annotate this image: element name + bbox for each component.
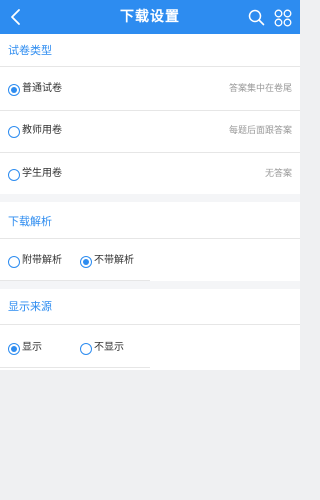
- settings-panel: 试卷类型 普通试卷 答案集中在卷尾 教师用卷 每题后面跟答案 学生用卷 无答案 …: [0, 34, 300, 370]
- radio-with-analysis[interactable]: [8, 256, 20, 268]
- radio-hide-source[interactable]: [80, 343, 92, 355]
- divider: [0, 324, 300, 325]
- section-gap: [0, 194, 300, 202]
- option-label: 不带解析: [94, 255, 134, 266]
- divider: [0, 152, 300, 153]
- divider: [0, 66, 300, 67]
- radio-teacher-paper[interactable]: [8, 126, 20, 138]
- option-description: 答案集中在卷尾: [228, 84, 292, 94]
- option-label: 普通试卷: [22, 83, 62, 94]
- divider: [0, 238, 300, 239]
- search-icon[interactable]: [248, 9, 265, 26]
- option-label: 教师用卷: [22, 125, 62, 136]
- radio-show-source[interactable]: [8, 343, 20, 355]
- option-label: 附带解析: [22, 255, 62, 266]
- app-header: 下载设置: [0, 0, 300, 34]
- section-title-analysis: 下载解析: [8, 215, 52, 228]
- option-label: 学生用卷: [22, 168, 62, 179]
- section-title-source: 显示来源: [8, 300, 52, 313]
- divider: [0, 367, 150, 368]
- option-description: 无答案: [264, 169, 292, 179]
- option-label: 显示: [22, 342, 42, 353]
- option-description: 每题后面跟答案: [228, 126, 292, 136]
- radio-without-analysis[interactable]: [80, 256, 92, 268]
- option-label: 不显示: [94, 342, 124, 353]
- section-title-paper-type: 试卷类型: [8, 44, 52, 57]
- apps-grid-icon[interactable]: [274, 9, 292, 27]
- section-gap: [0, 281, 300, 289]
- radio-regular-paper[interactable]: [8, 84, 20, 96]
- divider: [0, 110, 300, 111]
- radio-student-paper[interactable]: [8, 169, 20, 181]
